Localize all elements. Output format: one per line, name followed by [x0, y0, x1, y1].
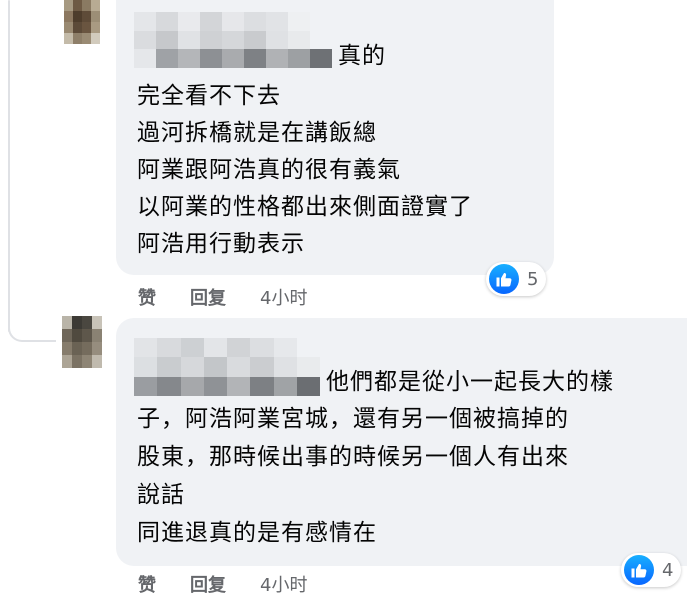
avatar[interactable] — [64, 0, 100, 44]
comment-text: 他們都是從小一起長大的樣 — [326, 369, 614, 395]
avatar[interactable] — [62, 316, 102, 368]
comment-text-line: 阿業跟阿浩真的很有義氣 — [137, 157, 401, 183]
reaction-summary[interactable]: 5 — [486, 262, 547, 296]
thread-connector — [8, 318, 56, 342]
comment-actions: 赞 回复 4小时 — [138, 284, 307, 310]
like-icon — [489, 264, 519, 294]
like-icon — [624, 555, 654, 585]
reply-button[interactable]: 回复 — [190, 571, 226, 597]
blurred-author-name[interactable] — [134, 12, 332, 68]
comment-text-line: 阿浩用行動表示 — [137, 231, 305, 257]
blurred-author-name[interactable] — [134, 338, 320, 396]
like-button[interactable]: 赞 — [138, 571, 156, 597]
comment-text-line: 子，阿浩阿業宮城，還有另一個被搞掉的 — [137, 406, 569, 432]
comment-text-line: 以阿業的性格都出來側面證實了 — [137, 194, 473, 220]
reply-button[interactable]: 回复 — [190, 284, 226, 310]
comment-text-line: 說話 — [137, 482, 185, 508]
thread-line — [8, 0, 10, 332]
like-button[interactable]: 赞 — [138, 284, 156, 310]
comment-text-line: 過河拆橋就是在講飯總 — [137, 120, 377, 146]
comment-text-line: 股東，那時候出事的時候另一個人有出來 — [137, 444, 569, 470]
reaction-count: 4 — [662, 559, 674, 581]
comment-text: 真的 — [338, 43, 386, 69]
timestamp[interactable]: 4小时 — [260, 284, 307, 310]
reaction-summary[interactable]: 4 — [621, 553, 682, 587]
comment-actions: 赞 回复 4小时 — [138, 571, 307, 597]
timestamp[interactable]: 4小时 — [260, 571, 307, 597]
reaction-count: 5 — [527, 268, 539, 290]
comment-text-line: 同進退真的是有感情在 — [137, 520, 377, 546]
comment-text-line: 完全看不下去 — [137, 83, 281, 109]
